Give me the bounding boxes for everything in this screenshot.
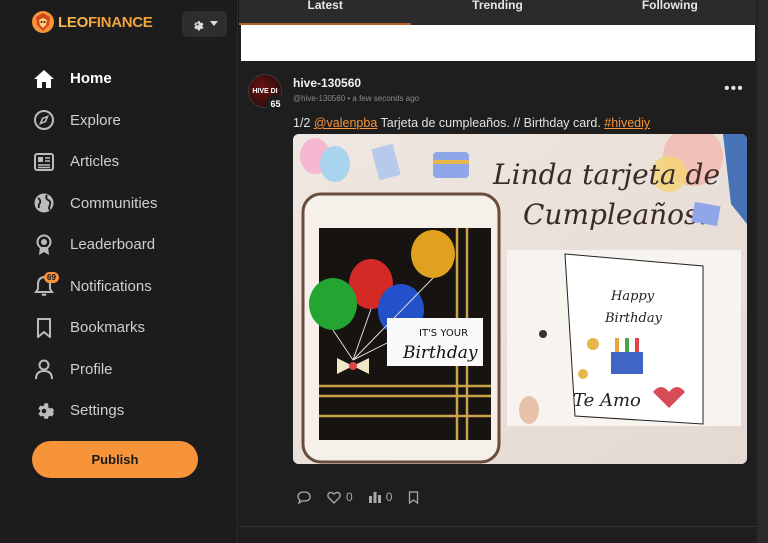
bar-chart-icon — [368, 492, 381, 503]
card-text-happy: Happy — [610, 289, 655, 304]
comment-button[interactable] — [297, 490, 311, 504]
gear-icon — [32, 399, 56, 423]
compass-icon — [32, 108, 56, 132]
sidebar-item-label: Leaderboard — [70, 236, 156, 254]
newspaper-icon — [32, 150, 56, 174]
sidebar-item-articles[interactable]: Articles — [0, 141, 238, 183]
post-time: a few seconds ago — [352, 94, 420, 103]
heart-icon — [327, 491, 341, 504]
post-image[interactable]: Linda tarjeta de Cumpleaños. IT'S YOUR B… — [293, 134, 747, 464]
lion-logo-icon — [32, 11, 54, 33]
sidebar: LEOFINANCE Home Explore Articles Communi… — [0, 0, 238, 543]
card-text-birthday: Birthday — [402, 343, 478, 363]
post-text-body: Tarjeta de cumpleaños. // Birthday card. — [377, 116, 605, 130]
award-icon — [32, 233, 56, 257]
views-stat: 0 — [368, 490, 393, 504]
sidebar-nav: Home Explore Articles Communities Leader… — [0, 58, 238, 432]
image-title-line-2: Cumpleaños. — [523, 198, 707, 231]
card-text-its-your: IT'S YOUR — [419, 328, 468, 339]
like-count: 0 — [346, 490, 353, 504]
sidebar-item-settings[interactable]: Settings — [0, 390, 238, 432]
theme-settings-button[interactable] — [182, 11, 227, 37]
card-text-te-amo: Te Amo — [573, 390, 641, 411]
post-author[interactable]: hive-130560 — [293, 76, 361, 90]
sidebar-item-label: Articles — [70, 153, 120, 171]
image-title-line-1: Linda tarjeta de — [492, 158, 720, 191]
sidebar-item-label: Explore — [70, 111, 121, 129]
notification-count-badge: 69 — [44, 271, 59, 283]
publish-button[interactable]: Publish — [32, 441, 198, 478]
card-text-birthday-inner: Birthday — [604, 311, 663, 326]
home-icon — [32, 67, 56, 91]
gear-icon — [194, 20, 204, 30]
sidebar-item-communities[interactable]: Communities — [0, 183, 238, 225]
comment-icon — [297, 490, 311, 504]
next-post-card — [239, 527, 756, 543]
reputation-badge: 65 — [266, 95, 285, 112]
sidebar-item-label: Profile — [70, 360, 113, 378]
tab-trending[interactable]: Trending — [411, 0, 583, 25]
chevron-down-icon — [210, 21, 218, 26]
sidebar-item-bookmarks[interactable]: Bookmarks — [0, 307, 238, 349]
views-count: 0 — [385, 490, 393, 504]
sidebar-item-home[interactable]: Home — [0, 58, 238, 100]
sidebar-item-label: Communities — [70, 194, 158, 212]
more-options-icon[interactable]: ••• — [724, 80, 744, 98]
bookmark-icon — [32, 316, 56, 340]
sidebar-item-label: Settings — [70, 402, 125, 420]
sidebar-item-explore[interactable]: Explore — [0, 100, 238, 142]
bookmark-icon — [409, 490, 419, 504]
mention-link[interactable]: @valenpba — [314, 116, 377, 130]
tab-following[interactable]: Following — [584, 0, 756, 25]
sidebar-item-label: Bookmarks — [70, 319, 146, 337]
tab-latest[interactable]: Latest — [239, 0, 412, 25]
post-text: 1/2 @valenpba Tarjeta de cumpleaños. // … — [293, 116, 650, 130]
birthday-card-photo: Linda tarjeta de Cumpleaños. IT'S YOUR B… — [293, 134, 747, 464]
sidebar-item-label: Notifications — [70, 277, 152, 295]
leofinance-logo[interactable]: LEOFINANCE — [30, 9, 153, 35]
sidebar-item-label: Home — [70, 70, 112, 88]
composer-box[interactable] — [241, 25, 755, 61]
hashtag-link[interactable]: #hivediy — [604, 116, 650, 130]
author-handle[interactable]: @hive-130560 — [293, 94, 345, 103]
globe-icon — [32, 191, 56, 215]
feed-tabs: Latest Trending Following — [239, 0, 756, 25]
main-feed: Latest Trending Following HIVE DI 65 hiv… — [239, 0, 768, 543]
sidebar-item-leaderboard[interactable]: Leaderboard — [0, 224, 238, 266]
sidebar-item-notifications[interactable]: 69 Notifications — [0, 266, 238, 308]
sidebar-item-profile[interactable]: Profile — [0, 349, 238, 391]
scrollbar[interactable] — [757, 0, 768, 543]
post-text-prefix: 1/2 — [293, 116, 314, 130]
post-card: HIVE DI 65 hive-130560 @hive-130560 • a … — [239, 62, 756, 527]
post-actions: 0 0 — [297, 490, 419, 504]
post-meta: @hive-130560 • a few seconds ago — [293, 94, 420, 103]
logo-text: LEOFINANCE — [58, 13, 153, 31]
like-button[interactable]: 0 — [327, 490, 353, 504]
bookmark-post-button[interactable] — [408, 490, 419, 504]
user-icon — [32, 357, 56, 381]
